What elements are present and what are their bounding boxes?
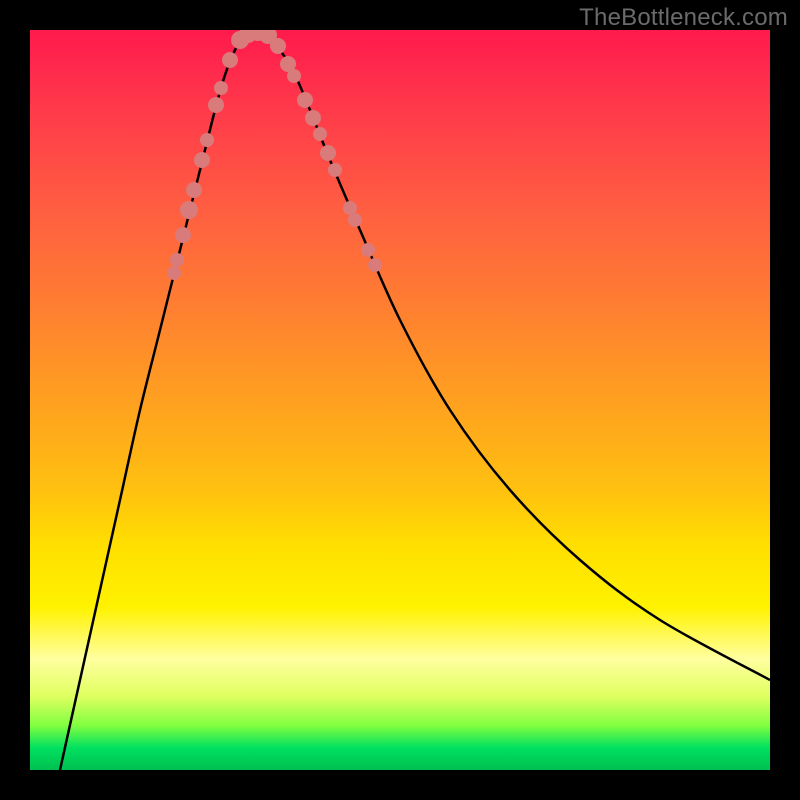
marker-dot: [180, 201, 198, 219]
bottleneck-curve: [30, 30, 770, 770]
marker-dot: [348, 213, 362, 227]
marker-dot: [167, 266, 181, 280]
watermark-text: TheBottleneck.com: [579, 4, 788, 32]
marker-dot: [194, 152, 210, 168]
marker-dot: [320, 145, 336, 161]
curve-line: [60, 32, 770, 770]
marker-dot: [305, 110, 321, 126]
marker-dot: [175, 227, 191, 243]
marker-dot: [313, 127, 327, 141]
marker-dot: [270, 38, 286, 54]
marker-dot: [200, 133, 214, 147]
marker-dot: [287, 69, 301, 83]
marker-dot: [170, 253, 184, 267]
marker-group: [167, 30, 382, 280]
marker-dot: [186, 182, 202, 198]
marker-dot: [297, 92, 313, 108]
marker-dot: [222, 52, 238, 68]
plot-area: [30, 30, 770, 770]
marker-dot: [343, 201, 357, 215]
marker-dot: [208, 97, 224, 113]
marker-dot: [328, 163, 342, 177]
marker-dot: [214, 81, 228, 95]
marker-dot: [368, 258, 382, 272]
chart-frame: TheBottleneck.com: [0, 0, 800, 800]
marker-dot: [361, 243, 375, 257]
